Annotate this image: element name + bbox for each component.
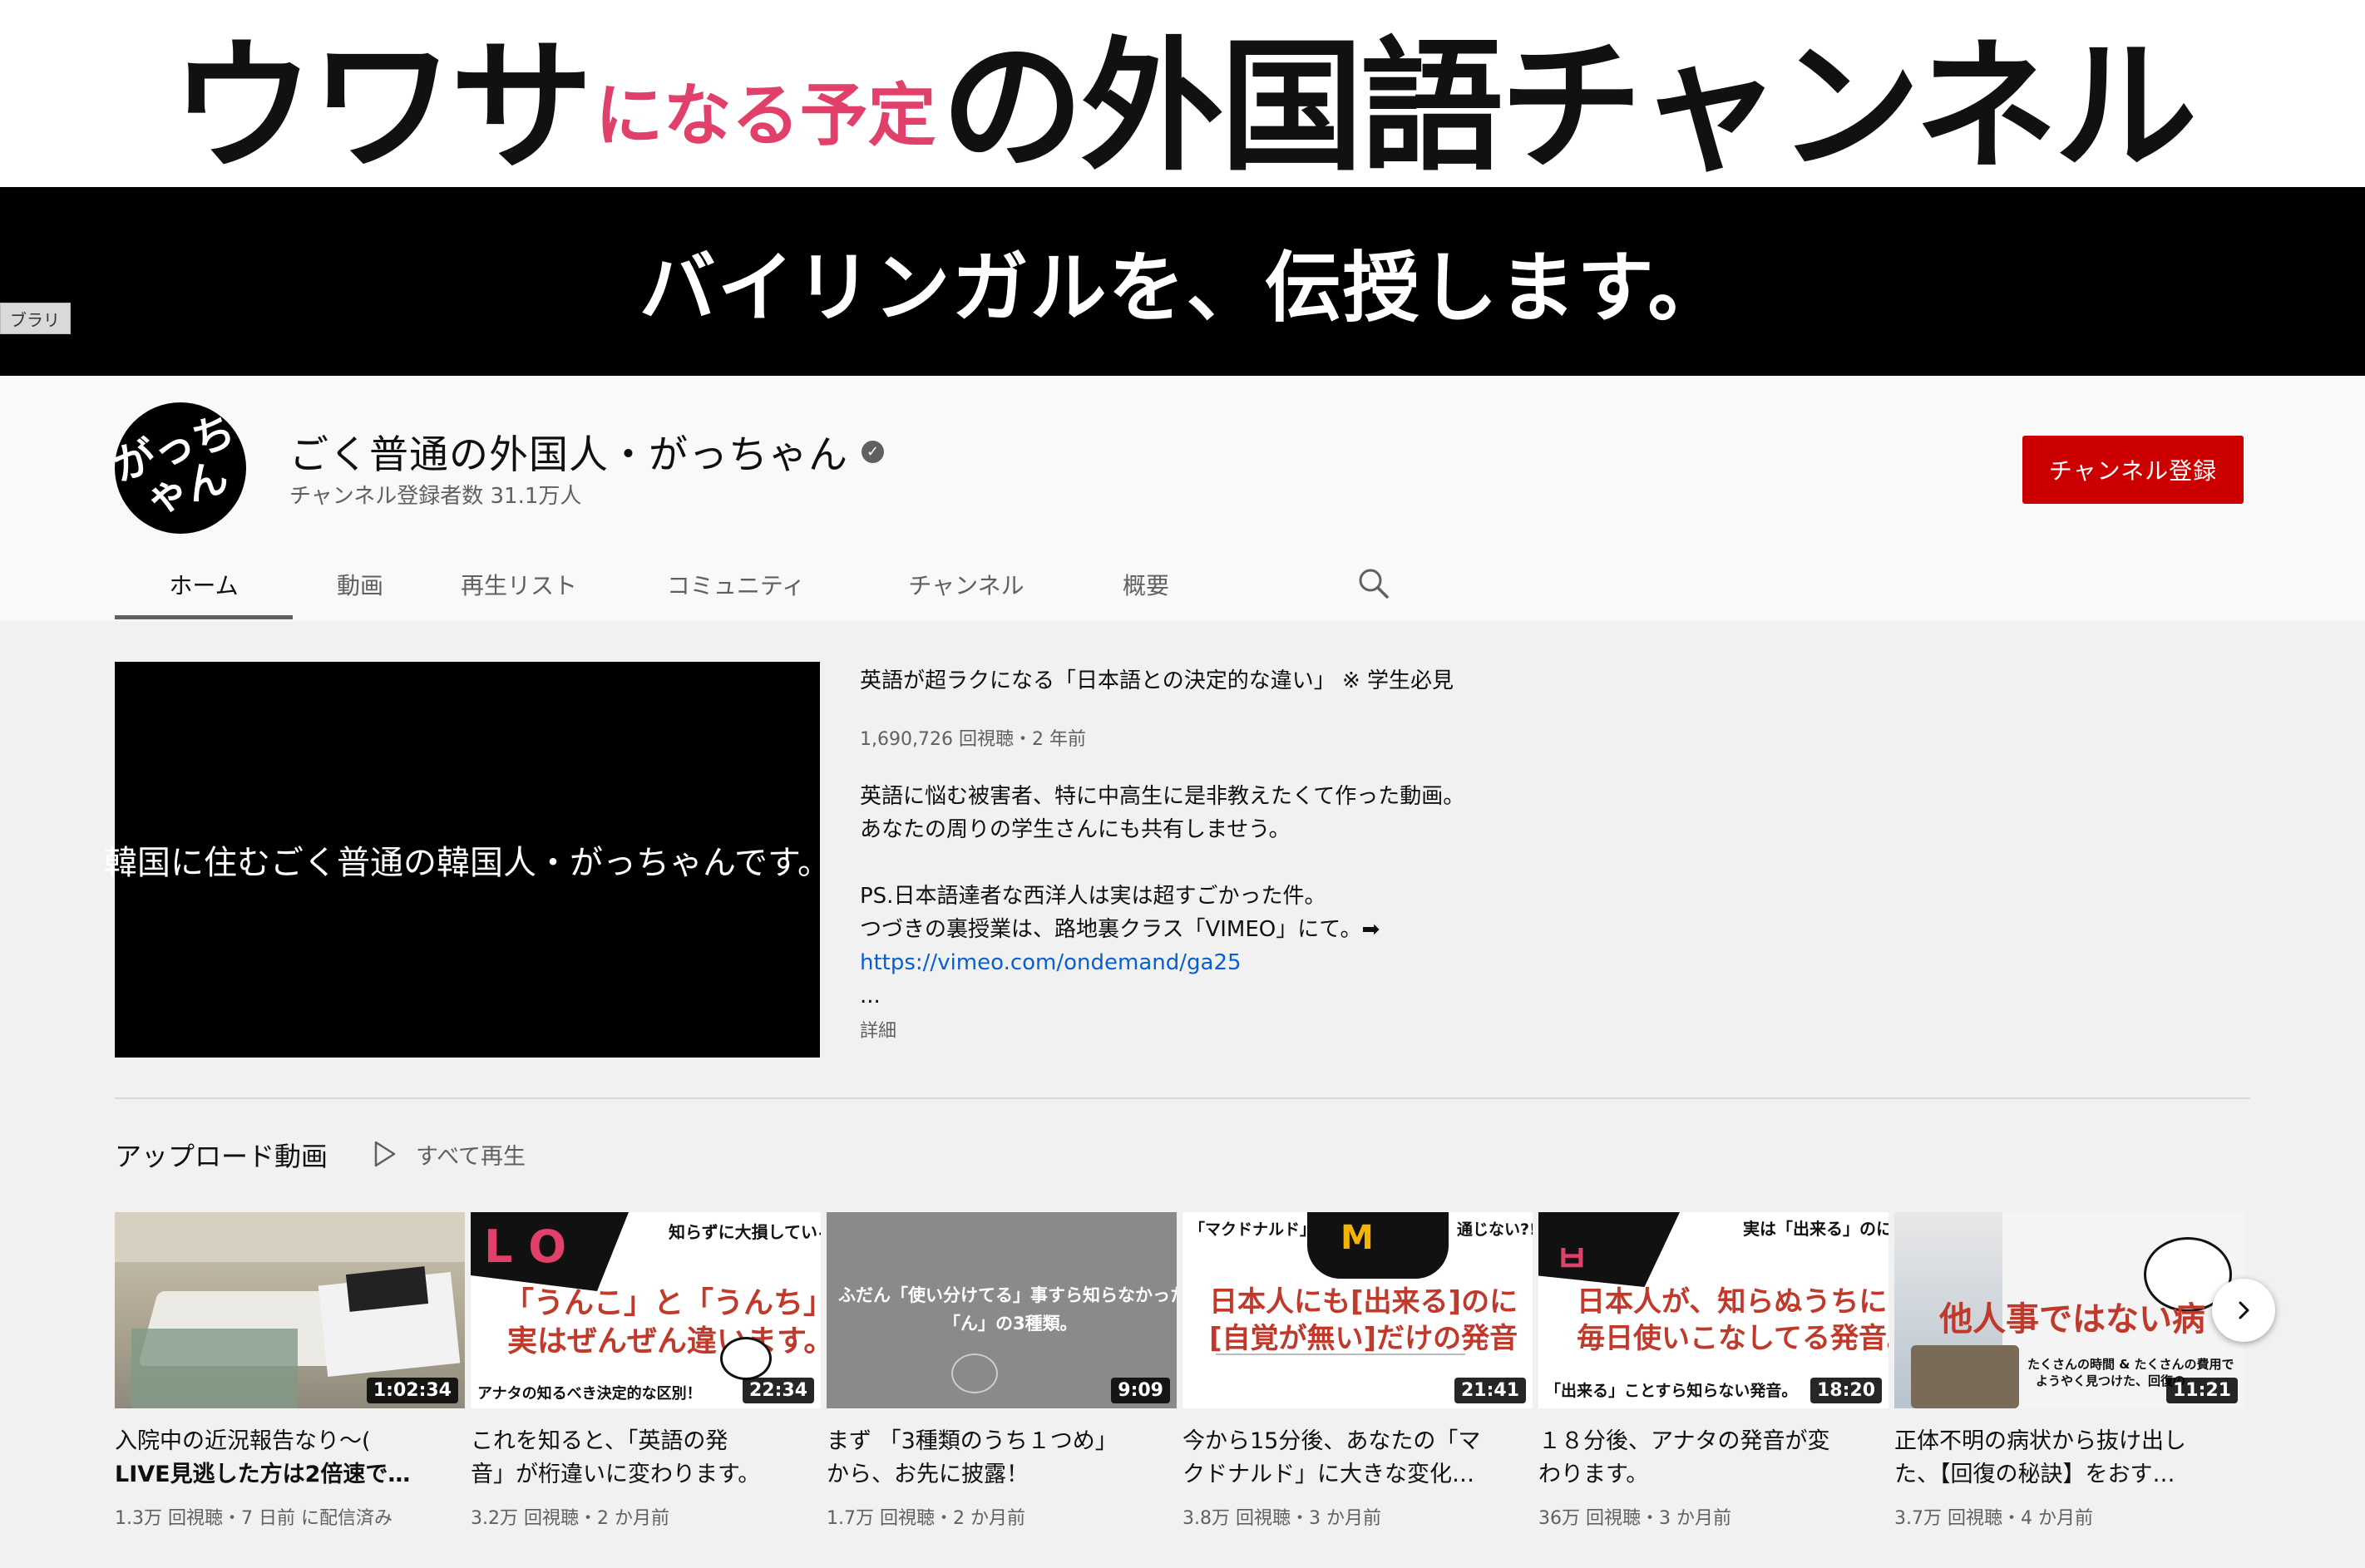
video-title-line: 正体不明の病状から抜け出し	[1894, 1428, 2186, 1454]
thumb-main-text: [自覚が無い]だけの発音	[1209, 1322, 1518, 1355]
video-duration: 22:34	[742, 1378, 814, 1403]
video-meta: 3.2万 回視聴・2 か月前	[471, 1508, 669, 1529]
video-title[interactable]: 今から15分後、あなたの「マ クドナルド」に大きな変化…	[1182, 1425, 1533, 1492]
video-meta: 1.3万 回視聴・7 日前 に配信済み	[115, 1508, 393, 1529]
thumb-main-text: 他人事ではない病	[1939, 1300, 2205, 1339]
video-duration: 9:09	[1111, 1378, 1170, 1403]
video-title-line: １８分後、アナタの発音が変	[1538, 1428, 1830, 1454]
banner-subtitle: バイリンガルを、伝授します。	[639, 244, 1726, 333]
thumb-main-text: 「ん」の3種類。	[943, 1314, 1078, 1334]
tab-channels[interactable]: チャンネル	[862, 549, 1071, 620]
video-title-line: 今から15分後、あなたの「マ	[1182, 1428, 1481, 1454]
description-line: あなたの周りの学生さんにも共有しませう。	[860, 817, 1291, 842]
thumb-main-text: 毎日使いこなしてる発音。	[1577, 1322, 1889, 1355]
play-all-button[interactable]: すべて再生	[373, 1137, 526, 1171]
featured-player-text: 韓国に住むごく普通の韓国人・がっちゃんです。	[104, 844, 831, 882]
verified-badge-icon: ✓	[862, 441, 884, 463]
active-tab-indicator	[115, 615, 293, 619]
shelf-next-button[interactable]	[2212, 1279, 2275, 1342]
thumb-top-text: 通じない?!	[1457, 1220, 1533, 1239]
thumb-bottom-text: 「出来る」ことすら知らない発音。	[1545, 1382, 1798, 1400]
featured-video-player[interactable]: 韓国に住むごく普通の韓国人・がっちゃんです。	[104, 662, 831, 1058]
video-title-line: まず 「3種類のうち１つめ」	[827, 1428, 1118, 1454]
description-line: つづきの裏授業は、路地裏クラス「VIMEO」にて。➡	[860, 917, 1380, 942]
video-meta: 3.8万 回視聴・3 か月前	[1182, 1508, 1381, 1529]
video-title-line: た、【回復の秘訣】をおす…	[1894, 1462, 2175, 1487]
video-title-line: 音」が桁違いに変わります。	[471, 1462, 761, 1487]
thumb-main-text: 「うんこ」と「うんち」	[504, 1286, 821, 1320]
tab-playlists[interactable]: 再生リスト	[427, 549, 610, 620]
thumb-top-text: 知らずに大損している	[669, 1222, 821, 1242]
thumb-top-text: 「マクドナルド」が	[1189, 1220, 1332, 1239]
channel-banner: ウワサ になる予定 の外国語チャンネル バイリンガルを、伝授します。	[0, 0, 2365, 376]
vimeo-link[interactable]: https://vimeo.com/ondemand/ga25	[860, 950, 1242, 975]
thumb-sub-text: ようやく見つけた、回復の	[2036, 1373, 2186, 1388]
video-duration: 18:20	[1810, 1378, 1882, 1403]
video-card[interactable]: 他人事ではない病 たくさんの時間 & たくさんの費用で ようやく見つけた、回復の…	[1894, 1212, 2244, 1530]
thumb-main-text: 日本人にも[出来る]のに	[1209, 1285, 1518, 1319]
video-title-line: これを知ると、「英語の発	[471, 1428, 728, 1454]
thumb-main-text: ふだん「使い分けてる」事すら知らなかった	[838, 1285, 1177, 1305]
tab-videos[interactable]: 動画	[293, 549, 427, 620]
banner-title-part2: になる予定	[595, 76, 936, 155]
video-duration: 11:21	[2165, 1378, 2238, 1403]
play-all-label: すべて再生	[416, 1143, 526, 1170]
video-title[interactable]: これを知ると、「英語の発 音」が桁違いに変わります。	[471, 1425, 821, 1492]
uploads-shelf-title[interactable]: アップロード動画	[115, 1136, 328, 1174]
featured-title[interactable]: 英語が超ラクになる「日本語との決定的な違い」 ※ 学生必見	[860, 663, 1454, 694]
description-line: PS.日本語達者な西洋人は実は超すごかった件。	[860, 884, 1326, 909]
chevron-right-icon	[2239, 1301, 2249, 1319]
video-meta: 1.7万 回視聴・2 か月前	[827, 1508, 1025, 1529]
featured-meta: 1,690,726 回視聴・2 年前	[860, 729, 1086, 750]
video-thumbnail[interactable]: ふだん「使い分けてる」事すら知らなかった 「ん」の3種類。 9:09	[827, 1212, 1177, 1408]
channel-name: ごく普通の外国人・がっちゃん	[289, 432, 848, 478]
video-title[interactable]: １８分後、アナタの発音が変 わります。	[1538, 1425, 1889, 1492]
video-title[interactable]: 入院中の近況報告なり〜( LIVE見逃した方は2倍速で…	[115, 1425, 465, 1492]
video-card[interactable]: 1:02:34 入院中の近況報告なり〜( LIVE見逃した方は2倍速で… 1.3…	[115, 1212, 465, 1530]
play-icon	[374, 1141, 396, 1167]
thumb-top-text: 実は「出来る」のに	[1743, 1219, 1889, 1239]
video-thumbnail[interactable]: ㅂ 実は「出来る」のに 日本人が、知らぬうちに 毎日使いこなしてる発音。 「出来…	[1538, 1212, 1889, 1408]
thumb-main-text: 日本人が、知らぬうちに	[1577, 1285, 1888, 1319]
video-thumbnail[interactable]: 1:02:34	[115, 1212, 465, 1408]
video-duration: 1:02:34	[366, 1378, 458, 1403]
video-meta: 3.7万 回視聴・4 か月前	[1894, 1508, 2093, 1529]
video-thumbnail[interactable]: L O 知らずに大損している 「うんこ」と「うんち」 実はぜんぜん違います。 ア…	[471, 1212, 821, 1408]
video-title-line: わります。	[1538, 1462, 1649, 1487]
banner-title-part3: の外国語チャンネル	[941, 22, 2198, 190]
video-card[interactable]: ㅂ 実は「出来る」のに 日本人が、知らぬうちに 毎日使いこなしてる発音。 「出来…	[1538, 1212, 1889, 1530]
video-thumbnail[interactable]: M 「マクドナルド」が 通じない?! 日本人にも[出来る]のに [自覚が無い]だ…	[1182, 1212, 1533, 1408]
banner-title-part1: ウワサ	[170, 22, 594, 190]
library-side-tab[interactable]: ブラリ	[0, 303, 71, 334]
video-title[interactable]: 正体不明の病状から抜け出し た、【回復の秘訣】をおす…	[1894, 1425, 2244, 1492]
description-ellipsis: ...	[860, 984, 881, 1008]
featured-description: 英語に悩む被害者、特に中高生に是非教えたくて作った動画。 あなたの周りの学生さん…	[860, 780, 1464, 1013]
search-icon[interactable]	[1354, 564, 1394, 604]
thumb-sub-text: たくさんの時間 & たくさんの費用で	[2027, 1357, 2234, 1372]
description-line	[860, 846, 1464, 880]
video-meta: 36万 回視聴・3 か月前	[1538, 1508, 1731, 1529]
video-card[interactable]: ふだん「使い分けてる」事すら知らなかった 「ん」の3種類。 9:09 まず 「3…	[827, 1212, 1177, 1530]
channel-avatar[interactable]: がっちゃん	[107, 402, 246, 534]
video-card[interactable]: L O 知らずに大損している 「うんこ」と「うんち」 実はぜんぜん違います。 ア…	[471, 1212, 821, 1530]
video-title-line: クドナルド」に大きな変化…	[1182, 1462, 1474, 1487]
video-title-line: から、お先に披露！	[827, 1462, 1029, 1487]
thumb-bottom-text: アナタの知るべき決定的な区別！	[477, 1385, 702, 1403]
video-title-line: LIVE見逃した方は2倍速で…	[115, 1462, 411, 1487]
video-duration: 21:41	[1454, 1378, 1526, 1403]
tab-home[interactable]: ホーム	[115, 549, 293, 620]
video-thumbnail[interactable]: 他人事ではない病 たくさんの時間 & たくさんの費用で ようやく見つけた、回復の…	[1894, 1212, 2244, 1408]
tab-about[interactable]: 概要	[1071, 549, 1221, 620]
featured-more-link[interactable]: 詳細	[860, 1016, 896, 1043]
section-divider	[115, 1097, 2250, 1099]
subscribe-button[interactable]: チャンネル登録	[2022, 436, 2244, 504]
banner-title: ウワサ になる予定 の外国語チャンネル	[0, 0, 2365, 190]
tab-community[interactable]: コミュニティ	[610, 549, 862, 620]
description-line: 英語に悩む被害者、特に中高生に是非教えたくて作った動画。	[860, 784, 1465, 809]
video-title-line: 入院中の近況報告なり〜(	[115, 1428, 371, 1454]
video-card[interactable]: M 「マクドナルド」が 通じない?! 日本人にも[出来る]のに [自覚が無い]だ…	[1182, 1212, 1533, 1530]
thumb-main-text: 実はぜんぜん違います。	[507, 1324, 821, 1358]
video-title[interactable]: まず 「3種類のうち１つめ」 から、お先に披露！	[827, 1425, 1177, 1492]
subscriber-count: チャンネル登録者数 31.1万人	[289, 484, 582, 509]
